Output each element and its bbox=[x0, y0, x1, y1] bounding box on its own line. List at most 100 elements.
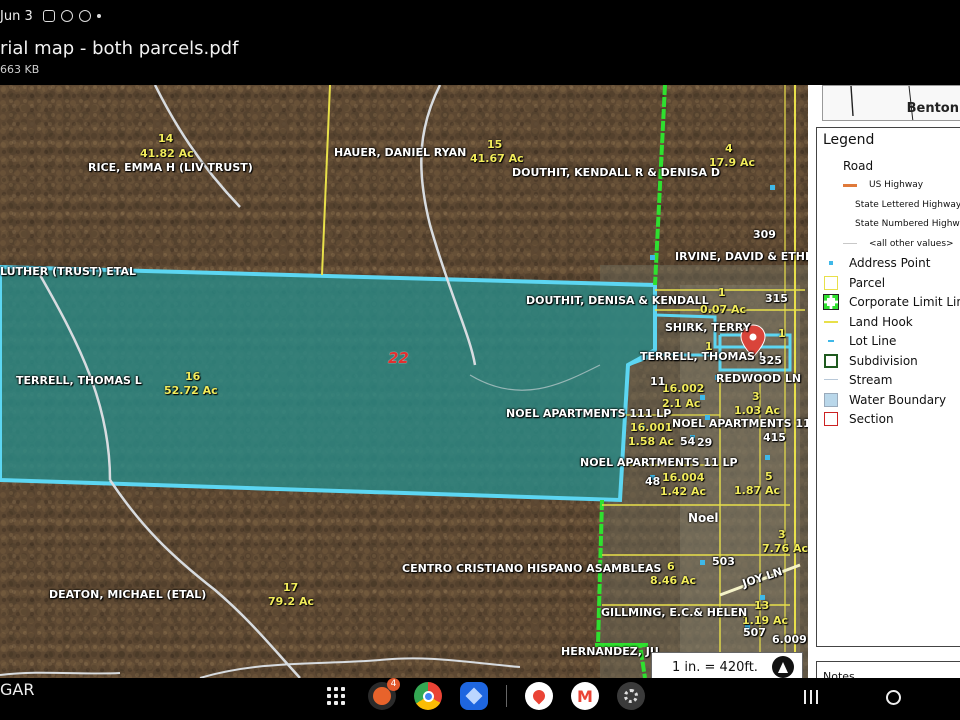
parcel-number-label: 4 bbox=[725, 142, 733, 155]
legend-item-address-point: Address Point bbox=[823, 254, 959, 274]
navigation-bar: GAR 4 M bbox=[0, 678, 960, 720]
land-hook-icon bbox=[823, 315, 839, 329]
address-label: 11 bbox=[650, 375, 666, 388]
notes-label: Notes bbox=[823, 670, 855, 678]
parcel-number-label: 13 bbox=[754, 599, 770, 612]
owner-label: DOUTHIT, KENDALL R & DENISA D bbox=[512, 166, 720, 179]
parcel-acres-label: 7.76 Ac bbox=[762, 542, 808, 555]
screenshot-icon bbox=[42, 10, 55, 22]
legend-item-water-boundary: Water Boundary bbox=[823, 390, 959, 410]
parcel-number-label: 3 bbox=[778, 528, 786, 541]
corporate-limit-icon bbox=[823, 294, 839, 311]
parcel-number-label: 1 bbox=[705, 340, 713, 353]
road-swatch-icon bbox=[843, 243, 857, 245]
stream-icon bbox=[823, 373, 839, 387]
aerial-map[interactable]: 14 41.82 Ac RICE, EMMA H (LIV TRUST) 15 … bbox=[0, 85, 808, 678]
scale-label: 1 in. = 420ft. bbox=[672, 659, 758, 675]
legend-item-lot-line: Lot Line bbox=[823, 332, 959, 352]
owner-label: IRVINE, DAVID & ETHEL bbox=[675, 250, 808, 263]
home-button[interactable] bbox=[886, 690, 901, 705]
maps-icon[interactable] bbox=[525, 682, 553, 710]
owner-label: TERRELL, THOMAS L bbox=[16, 374, 142, 387]
legend-item-corporate-limit: Corporate Limit Line bbox=[823, 293, 960, 313]
north-arrow-icon bbox=[772, 656, 794, 678]
address-label: 415 bbox=[763, 431, 786, 444]
parcel-acres-label: 1.42 Ac bbox=[660, 485, 707, 498]
taskbar-divider bbox=[506, 685, 507, 707]
parcel-number-label: 14 bbox=[158, 132, 174, 145]
app-icon-notifications[interactable]: 4 bbox=[368, 678, 400, 710]
section-icon bbox=[823, 412, 839, 427]
legend-item-parcel: Parcel bbox=[823, 273, 959, 293]
parcel-acres-label: 8.46 Ac bbox=[650, 574, 697, 587]
parcel-number-label: 1 bbox=[778, 327, 786, 340]
owner-label: HAUER, DANIEL RYAN bbox=[334, 146, 467, 159]
settings-app-icon[interactable] bbox=[617, 682, 645, 710]
address-label: 309 bbox=[753, 228, 776, 241]
notification-icon bbox=[78, 10, 91, 22]
legend-label: Corporate Limit Line bbox=[849, 295, 960, 310]
legend-road-us: US Highway bbox=[823, 176, 959, 196]
parcel-icon bbox=[823, 275, 839, 290]
parcel-acres-label: 41.67 Ac bbox=[470, 152, 524, 165]
legend-label: State Lettered Highway bbox=[855, 199, 960, 210]
owner-label: LUTHER (TRUST) ETAL bbox=[0, 265, 136, 278]
legend-label: Land Hook bbox=[849, 314, 913, 329]
town-label: Noel bbox=[688, 511, 719, 525]
parcel-number-label: 16.004 bbox=[662, 471, 705, 484]
water-boundary-icon bbox=[823, 392, 839, 407]
parcel-acres-label: 52.72 Ac bbox=[164, 384, 218, 397]
legend-label: Stream bbox=[849, 373, 893, 388]
document-title: rial map - both parcels.pdf bbox=[0, 38, 239, 59]
address-label: 48 bbox=[645, 475, 661, 488]
address-label: 507 bbox=[743, 626, 766, 639]
owner-label: NOEL APARTMENTS 111 LP bbox=[506, 407, 672, 420]
subdivision-icon bbox=[823, 353, 839, 368]
legend-item-subdivision: Subdivision bbox=[823, 351, 959, 371]
parcel-acres-label: 41.82 Ac bbox=[140, 147, 194, 160]
taskbar-apps: 4 M bbox=[322, 678, 645, 710]
road-swatch-icon bbox=[843, 183, 857, 187]
parcel-number-label: 5 bbox=[765, 470, 773, 483]
parcel-number-label: 1 bbox=[718, 286, 726, 299]
address-label: 503 bbox=[712, 555, 735, 568]
status-time: Jun 3 bbox=[0, 8, 33, 24]
legend-road-state-numbered: State Numbered Highway bbox=[823, 215, 960, 235]
document-size: 663 KB bbox=[0, 63, 40, 76]
legend-label: Parcel bbox=[849, 275, 886, 290]
recents-button[interactable] bbox=[804, 690, 818, 704]
legend-label: State Numbered Highway bbox=[855, 219, 960, 230]
legend-label: US Highway bbox=[869, 180, 924, 191]
address-label: 6.009 bbox=[772, 633, 807, 646]
lot-line-icon bbox=[823, 334, 839, 348]
address-label: 315 bbox=[765, 292, 788, 305]
legend-label: Subdivision bbox=[849, 353, 918, 368]
owner-label: GILLMING, E.C.& HELEN bbox=[601, 606, 748, 619]
app-drawer-button[interactable] bbox=[322, 682, 350, 710]
legend-item-section: Section bbox=[823, 410, 959, 430]
owner-label: DEATON, MICHAEL (ETAL) bbox=[49, 588, 207, 601]
parcel-number-label: 16 bbox=[185, 370, 201, 383]
gmail-icon[interactable]: M bbox=[571, 682, 599, 710]
legend-road-heading: Road bbox=[843, 158, 874, 173]
address-label: 29 bbox=[697, 436, 713, 449]
parcel-number-label: 17 bbox=[283, 581, 299, 594]
inset-map: Benton bbox=[822, 85, 960, 121]
app-grid-icon bbox=[327, 687, 345, 705]
parcel-number-label: 6 bbox=[667, 560, 675, 573]
chrome-icon[interactable] bbox=[414, 682, 442, 710]
legend-panel: Benton Legend Road US Highway State Lett… bbox=[808, 85, 960, 678]
parcel-acres-label: 1.58 Ac bbox=[628, 435, 675, 448]
legend-item-land-hook: Land Hook bbox=[823, 312, 959, 332]
owner-label: NOEL APARTMENTS 111 LP bbox=[672, 417, 808, 430]
legend: Legend Road US Highway State Lettered Hi… bbox=[816, 127, 960, 647]
notes-box: Notes bbox=[816, 661, 960, 678]
status-bar: Jun 3 bbox=[0, 0, 960, 32]
parcel-number-label: 16.002 bbox=[662, 382, 705, 395]
inset-county-label: Benton bbox=[906, 101, 959, 116]
legend-label: <all other values> bbox=[869, 238, 954, 249]
legend-title: Legend bbox=[823, 132, 875, 148]
files-app-icon[interactable] bbox=[460, 682, 488, 710]
legend-label: Lot Line bbox=[849, 334, 897, 349]
owner-label: CENTRO CRISTIANO HISPANO ASAMBLEAS bbox=[402, 562, 662, 575]
